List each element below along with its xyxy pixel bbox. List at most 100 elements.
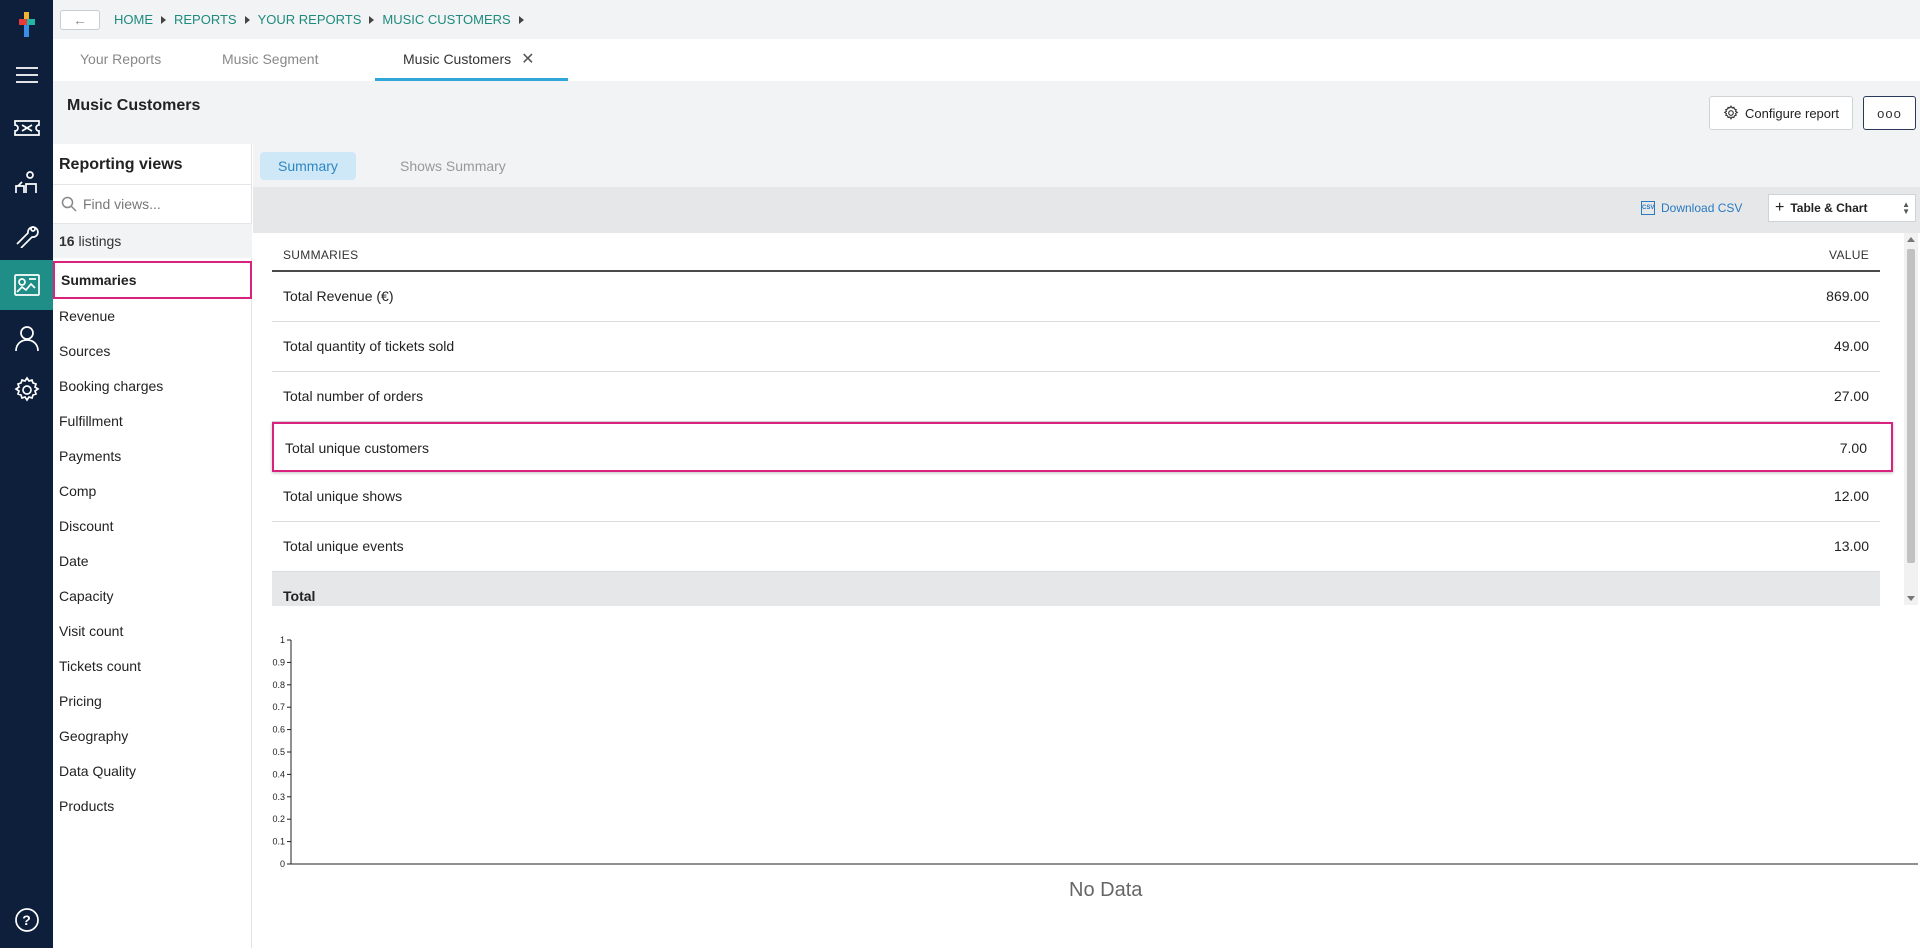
listings-number: 16 <box>59 233 75 249</box>
help-label: ? <box>22 912 31 928</box>
breadcrumb-home[interactable]: HOME <box>114 12 153 27</box>
view-booking-charges[interactable]: Booking charges <box>59 378 163 394</box>
view-data-quality[interactable]: Data Quality <box>59 763 136 779</box>
view-geography[interactable]: Geography <box>59 728 128 744</box>
view-comp[interactable]: Comp <box>59 483 96 499</box>
reporting-views-panel: Reporting views 16 listings Summaries Re… <box>53 144 252 948</box>
y-tick-label: 0.4 <box>272 769 285 779</box>
y-tick-label: 0.6 <box>272 725 285 735</box>
scroll-down-icon[interactable] <box>1907 596 1915 601</box>
row-value: 7.00 <box>1839 440 1867 456</box>
app-rail: ? <box>0 0 53 948</box>
y-tick-label: 0.7 <box>272 702 285 712</box>
table-total-row: Total <box>272 572 1880 606</box>
search-icon <box>61 196 77 212</box>
tab-music-segment[interactable]: Music Segment <box>222 39 318 81</box>
row-value: 869.00 <box>1826 288 1869 304</box>
tools-icon[interactable] <box>0 210 53 260</box>
help-icon[interactable]: ? <box>0 895 53 945</box>
gear-icon <box>1723 105 1739 120</box>
listings-label: listings <box>78 233 122 249</box>
view-summaries[interactable]: Summaries <box>53 261 252 299</box>
back-button[interactable]: ← <box>60 9 100 30</box>
row-value: 13.00 <box>1833 538 1869 554</box>
view-fulfillment[interactable]: Fulfillment <box>59 413 123 429</box>
view-visit-count[interactable]: Visit count <box>59 623 123 639</box>
breadcrumb-reports[interactable]: REPORTS <box>174 12 237 27</box>
view-sources[interactable]: Sources <box>59 343 110 359</box>
subtab-summary[interactable]: Summary <box>260 152 356 180</box>
view-tickets-count[interactable]: Tickets count <box>59 658 141 674</box>
report-main: Summary Shows Summary CSV Download CSV +… <box>253 144 1920 948</box>
close-tab-icon[interactable]: ✕ <box>521 51 534 68</box>
reports-icon[interactable] <box>0 260 53 310</box>
row-label: Total Revenue (€) <box>283 288 394 304</box>
more-options-button[interactable]: ooo <box>1863 96 1916 130</box>
tab-your-reports[interactable]: Your Reports <box>80 39 161 81</box>
campaign-icon[interactable] <box>0 157 53 207</box>
view-products[interactable]: Products <box>59 798 114 814</box>
user-icon[interactable] <box>0 313 53 363</box>
menu-icon[interactable] <box>0 50 53 100</box>
breadcrumb-your-reports[interactable]: YOUR REPORTS <box>258 12 362 27</box>
table-scrollbar[interactable] <box>1904 233 1918 605</box>
table-row[interactable]: Total number of orders 27.00 <box>272 372 1880 422</box>
y-tick-label: 0 <box>280 859 285 869</box>
row-value: 12.00 <box>1833 488 1869 504</box>
table-toolbar: CSV Download CSV + Table & Chart ▲ ▼ <box>253 187 1920 233</box>
scroll-up-icon[interactable] <box>1907 237 1915 242</box>
y-tick-label: 0.3 <box>272 792 285 802</box>
tab-music-customers[interactable]: Music Customers ✕ <box>375 39 568 81</box>
tab-label: Music Customers <box>403 51 512 67</box>
summary-chart: 0 0.1 0.2 0.3 0.4 0.5 0.6 0.7 0.8 0.9 1 No Data <box>269 624 1919 924</box>
subtab-shows-summary[interactable]: Shows Summary <box>382 152 524 180</box>
page-title: Music Customers <box>67 97 201 114</box>
ticket-icon[interactable] <box>0 103 53 153</box>
table-row[interactable]: Total Revenue (€) 869.00 <box>272 272 1880 322</box>
view-revenue[interactable]: Revenue <box>59 308 115 324</box>
y-tick-label: 0.1 <box>272 837 285 847</box>
view-date[interactable]: Date <box>59 553 89 569</box>
download-csv-label: Download CSV <box>1661 201 1743 215</box>
search-views-input[interactable] <box>83 196 243 212</box>
search-box <box>53 184 252 224</box>
row-value: 49.00 <box>1833 338 1869 354</box>
row-label: Total number of orders <box>283 388 424 404</box>
report-header: Music Customers Configure report ooo <box>53 81 1920 144</box>
breadcrumb-music-customers[interactable]: MUSIC CUSTOMERS <box>382 12 510 27</box>
top-bar: ← HOME REPORTS YOUR REPORTS MUSIC CUSTOM… <box>53 0 1920 39</box>
view-capacity[interactable]: Capacity <box>59 588 113 604</box>
summary-table: SUMMARIES VALUE Total Revenue (€) 869.00… <box>272 233 1893 606</box>
more-options-label: ooo <box>1877 105 1902 121</box>
view-mode-select[interactable]: + Table & Chart ▲ ▼ <box>1768 194 1916 222</box>
tab-label: Your Reports <box>80 51 162 67</box>
view-payments[interactable]: Payments <box>59 448 121 464</box>
breadcrumb-separator-icon <box>244 15 250 24</box>
table-row-highlighted[interactable]: Total unique customers 7.00 <box>272 422 1893 472</box>
view-mode-value: Table & Chart <box>1790 201 1868 215</box>
table-row[interactable]: Total unique shows 12.00 <box>272 472 1880 522</box>
report-tabs: Your Reports Music Segment Music Custome… <box>53 39 1920 81</box>
row-label: Total unique shows <box>283 488 403 504</box>
column-header-summaries[interactable]: SUMMARIES <box>283 248 358 262</box>
app-logo-icon[interactable] <box>13 10 40 40</box>
view-pricing[interactable]: Pricing <box>59 693 102 709</box>
back-arrow-icon: ← <box>73 11 87 28</box>
breadcrumb-separator-icon <box>369 15 375 24</box>
breadcrumb-separator-icon <box>161 15 166 24</box>
column-header-value[interactable]: VALUE <box>1829 248 1869 262</box>
settings-gear-icon[interactable] <box>0 365 53 415</box>
configure-report-label: Configure report <box>1745 105 1839 121</box>
view-discount[interactable]: Discount <box>59 518 113 534</box>
plus-icon: + <box>1775 199 1785 216</box>
y-tick-label: 1 <box>280 635 285 645</box>
reporting-views-title: Reporting views <box>59 156 183 173</box>
tab-label: Music Segment <box>222 51 319 67</box>
row-label: Total unique events <box>283 538 404 554</box>
download-csv-link[interactable]: CSV Download CSV <box>1641 201 1742 215</box>
table-row[interactable]: Total quantity of tickets sold 49.00 <box>272 322 1880 372</box>
table-row[interactable]: Total unique events 13.00 <box>272 522 1880 572</box>
configure-report-button[interactable]: Configure report <box>1709 96 1853 130</box>
y-tick-label: 0.8 <box>272 680 285 690</box>
scrollbar-thumb[interactable] <box>1907 249 1915 563</box>
